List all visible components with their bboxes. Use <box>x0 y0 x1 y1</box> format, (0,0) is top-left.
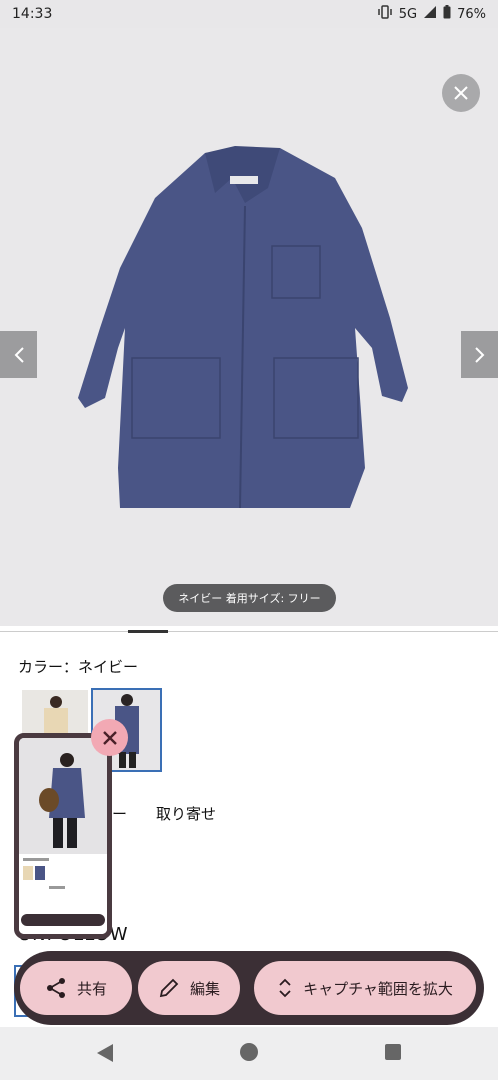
status-bar: 14:33 5G 76% <box>0 0 498 28</box>
share-label: 共有 <box>76 979 107 998</box>
chevron-left-icon <box>14 346 24 363</box>
share-button[interactable]: 共有 <box>20 961 132 1015</box>
recents-icon[interactable] <box>385 1044 401 1060</box>
pencil-icon <box>159 978 179 998</box>
next-image-button[interactable] <box>461 331 498 378</box>
share-icon <box>46 978 65 998</box>
edit-label: 編集 <box>189 979 220 998</box>
vibrate-icon <box>377 5 393 23</box>
prev-image-button[interactable] <box>0 331 37 378</box>
chevron-right-icon <box>474 346 484 363</box>
back-icon[interactable] <box>96 1043 114 1063</box>
image-indicator <box>128 630 168 633</box>
image-caption: ネイビー 着用サイズ: フリー <box>163 584 336 612</box>
status-time: 14:33 <box>12 6 53 22</box>
screenshot-preview[interactable] <box>14 733 112 939</box>
close-icon[interactable] <box>442 74 480 112</box>
signal-icon <box>423 5 437 23</box>
network-label: 5G <box>398 6 418 22</box>
color-label: カラー：ネイビー <box>18 658 139 676</box>
coat-image <box>78 146 408 509</box>
divider <box>0 631 498 632</box>
battery-level: 76% <box>457 6 486 22</box>
expand-capture-button[interactable]: キャプチャ範囲を拡大 <box>254 961 476 1015</box>
expand-label: キャプチャ範囲を拡大 <box>303 979 453 998</box>
screenshot-action-bar: 共有 編集 キャプチャ範囲を拡大 <box>14 951 484 1025</box>
preview-close-icon[interactable] <box>91 719 128 756</box>
order-status: 取り寄せ <box>156 805 217 823</box>
edit-button[interactable]: 編集 <box>138 961 240 1015</box>
expand-vertical-icon <box>279 978 291 998</box>
size-value: ー <box>112 805 128 823</box>
status-icons: 5G 76% <box>377 5 486 23</box>
home-icon[interactable] <box>240 1043 258 1061</box>
product-photo[interactable] <box>0 28 498 626</box>
battery-icon <box>443 5 451 23</box>
